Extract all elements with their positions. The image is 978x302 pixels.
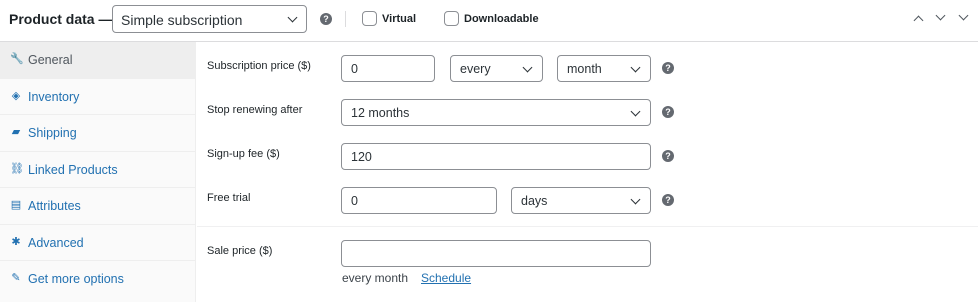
tab-attributes[interactable]: ▤ Attributes	[0, 188, 196, 225]
tag-icon: ◈	[11, 89, 21, 102]
gear-icon: ✱	[11, 235, 21, 248]
schedule-link[interactable]: Schedule	[421, 271, 471, 285]
product-type-select[interactable]: Simple subscription	[112, 5, 307, 33]
help-icon[interactable]: ?	[662, 62, 674, 74]
header-divider	[345, 11, 346, 27]
free-trial-unit-value: days	[521, 194, 548, 208]
billing-period-value: month	[567, 62, 602, 76]
truck-icon: ▰	[11, 126, 21, 138]
free-trial-label: Free trial	[207, 192, 251, 204]
list-icon: ▤	[10, 199, 22, 211]
chevron-down-icon	[522, 62, 533, 73]
product-data-title: Product data —	[9, 11, 113, 27]
wrench-icon: 🔧	[10, 53, 24, 65]
stop-renewing-select[interactable]: 12 months	[341, 99, 651, 126]
chevron-down-icon	[287, 12, 298, 23]
billing-period-select[interactable]: month	[557, 55, 651, 82]
link-icon: ⛓	[10, 162, 24, 175]
sale-price-label: Sale price ($)	[207, 245, 273, 257]
chevron-down-icon	[630, 106, 641, 117]
tab-general[interactable]: 🔧 General	[0, 42, 196, 79]
stop-renewing-label: Stop renewing after	[207, 104, 303, 116]
tab-inventory[interactable]: ◈ Inventory	[0, 79, 196, 115]
tab-advanced[interactable]: ✱ Advanced	[0, 225, 196, 261]
sale-price-period-note: every month	[342, 271, 409, 285]
help-icon[interactable]: ?	[662, 150, 674, 162]
help-icon[interactable]: ?	[320, 13, 332, 25]
move-down-icon[interactable]	[935, 10, 946, 21]
tab-get-more-options[interactable]: ✎ Get more options	[0, 261, 196, 298]
subscription-price-input[interactable]: 0	[341, 55, 435, 82]
billing-interval-value: every	[460, 62, 491, 76]
sale-price-input[interactable]	[341, 240, 651, 267]
tab-label: Shipping	[28, 126, 77, 140]
tab-shipping[interactable]: ▰ Shipping	[0, 115, 196, 152]
chevron-down-icon	[630, 194, 641, 205]
help-icon[interactable]: ?	[662, 106, 674, 118]
product-type-value: Simple subscription	[121, 12, 243, 28]
billing-interval-select[interactable]: every	[450, 55, 543, 82]
free-trial-input[interactable]: 0	[341, 187, 497, 214]
product-data-tabs: 🔧 General ◈ Inventory ▰ Shipping ⛓ Linke…	[0, 42, 196, 302]
tab-label: Advanced	[28, 235, 84, 250]
tab-label: General	[28, 53, 73, 67]
tab-label: Inventory	[28, 89, 80, 104]
signup-fee-label: Sign-up fee ($)	[207, 148, 280, 160]
free-trial-value: 0	[351, 194, 358, 208]
virtual-label: Virtual	[382, 13, 417, 25]
virtual-checkbox[interactable]	[362, 11, 377, 26]
signup-fee-input[interactable]: 120	[341, 143, 651, 170]
subscription-price-label: Subscription price ($)	[207, 60, 311, 72]
help-icon[interactable]: ?	[662, 194, 674, 206]
tab-linked-products[interactable]: ⛓ Linked Products	[0, 152, 196, 188]
row-divider	[197, 226, 978, 227]
toggle-panel-icon[interactable]	[958, 10, 969, 21]
move-up-icon[interactable]	[913, 15, 924, 26]
chevron-down-icon	[630, 62, 641, 73]
downloadable-label: Downloadable	[464, 13, 539, 25]
downloadable-checkbox[interactable]	[444, 11, 459, 26]
tab-label: Attributes	[28, 199, 81, 213]
subscription-price-value: 0	[351, 62, 358, 76]
free-trial-unit-select[interactable]: days	[511, 187, 651, 214]
plugin-icon: ✎	[11, 272, 21, 284]
signup-fee-value: 120	[351, 150, 372, 164]
product-data-header: Product data — Simple subscription ? Vir…	[0, 0, 978, 42]
tab-label: Linked Products	[28, 162, 118, 177]
tab-label: Get more options	[28, 272, 124, 286]
stop-renewing-value: 12 months	[351, 106, 410, 120]
